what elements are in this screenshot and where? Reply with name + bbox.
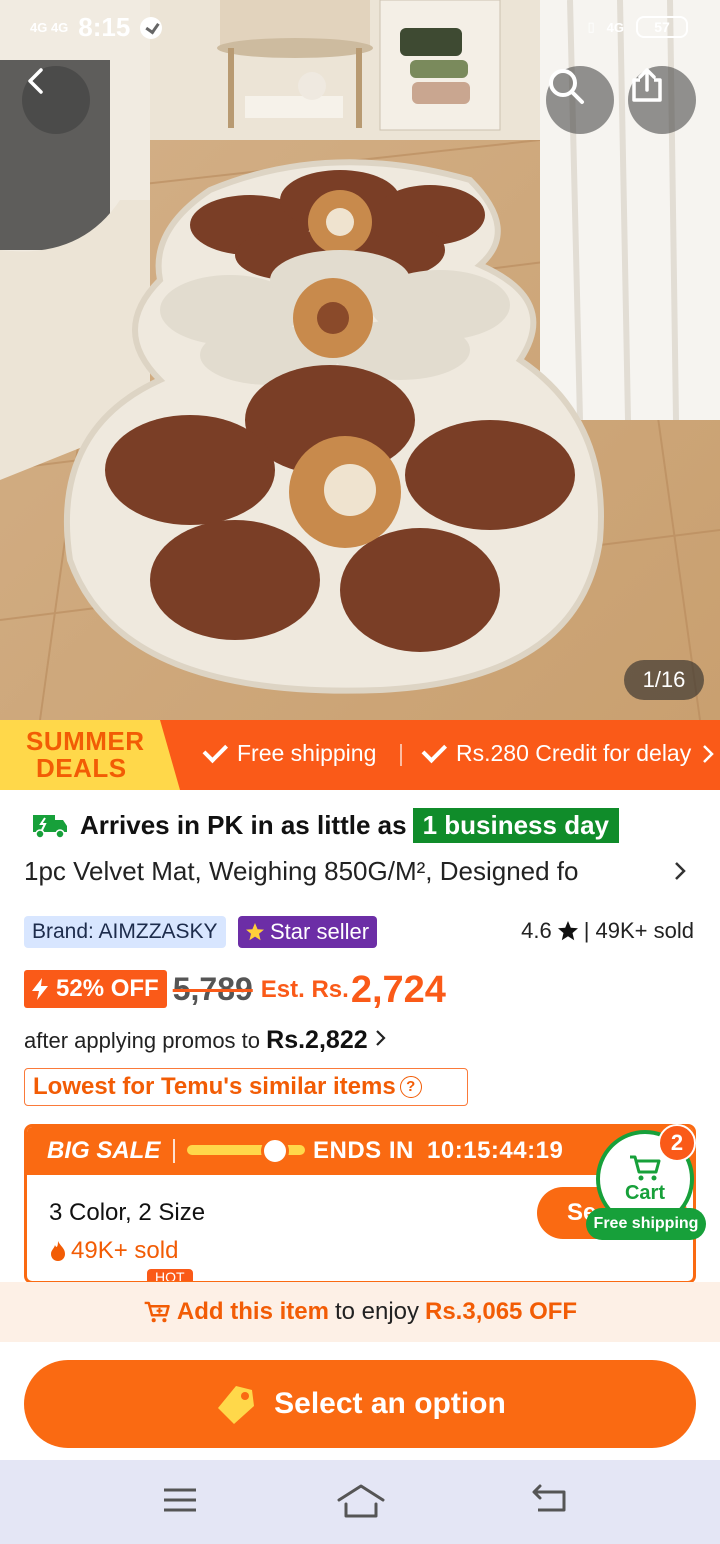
promo-banner[interactable]: SUMMER DEALS Free shipping Rs.280 Credit… [0, 720, 720, 790]
tag-icon [218, 1386, 255, 1424]
lightning-icon [32, 978, 48, 1000]
chevron-right-icon [703, 744, 715, 763]
discount-badge: 52% OFF [24, 970, 167, 1008]
est-label: Est. Rs. [260, 976, 349, 1003]
deal-line1: SUMMER [26, 726, 145, 756]
flame-icon [51, 1241, 65, 1261]
back-button[interactable] [22, 66, 90, 134]
select-option-button[interactable]: Select an option [24, 1360, 696, 1448]
battery-icon: 57 [636, 16, 688, 38]
add-item-savings: Rs.3,065 OFF [425, 1298, 578, 1325]
big-sale-card: BIG SALE ENDS IN 10:15:44:19 3 Color, 2 … [24, 1124, 696, 1284]
cart-icon [630, 1155, 661, 1180]
chevron-right-icon[interactable] [672, 858, 688, 884]
product-title[interactable]: 1pc Velvet Mat, Weighing 850G/M², Design… [24, 856, 664, 887]
vibrate-icon: ▯ [587, 19, 595, 34]
sale-sold-label: 49K+ sold [71, 1237, 179, 1264]
select-option-label: Select an option [274, 1387, 506, 1420]
home-icon[interactable] [336, 1482, 386, 1522]
search-button[interactable] [546, 66, 614, 134]
signal-indicator-right: 4G [606, 19, 624, 35]
chevron-right-icon [375, 1030, 386, 1046]
perk-credit-delay[interactable]: Rs.280 Credit for delay [421, 737, 715, 767]
cart-plus-icon [144, 1301, 170, 1323]
menu-icon[interactable] [162, 1482, 198, 1518]
delivery-highlight: 1 business day [412, 808, 619, 843]
share-icon [632, 68, 662, 102]
check-icon [140, 16, 163, 39]
add-item-middle: to enjoy [334, 1298, 419, 1325]
perk-label: Free shipping [237, 740, 377, 766]
original-price: 5,789 [172, 971, 253, 1007]
question-icon[interactable]: ? [399, 1076, 422, 1098]
current-price: 2,724 [350, 969, 446, 1011]
lowest-label: Lowest for Temu's similar items [33, 1073, 396, 1100]
star-seller-label: Star seller [270, 919, 370, 944]
perk-label: Rs.280 Credit for delay [456, 740, 692, 766]
after-promo-text: after applying promos to [24, 1028, 261, 1053]
ends-label: ENDS IN [313, 1137, 414, 1164]
after-promo[interactable]: after applying promos to Rs.2,822 [24, 1026, 388, 1055]
star-seller-badge[interactable]: Star seller [238, 916, 378, 948]
variant-summary: 3 Color, 2 Size [49, 1199, 206, 1226]
back-nav-icon[interactable] [530, 1482, 570, 1518]
deal-line2: DEALS [36, 753, 127, 783]
divider [400, 744, 402, 766]
brand-badge[interactable]: Brand: AIMZZASKY [24, 916, 226, 948]
delivery-prefix: Arrives in PK in as little as [80, 810, 407, 840]
star-icon [246, 923, 264, 941]
share-button[interactable] [628, 66, 696, 134]
cart-count-badge: 2 [658, 1124, 696, 1162]
status-bar: 4G 4G 8:15 ▯ 4G 57 [0, 0, 720, 56]
system-nav-bar [0, 1460, 720, 1544]
perk-free-shipping: Free shipping [202, 737, 377, 767]
alarm-clock-icon [261, 1137, 289, 1165]
lowest-price-badge[interactable]: Lowest for Temu's similar items ? [24, 1068, 468, 1106]
discount-label: 52% OFF [56, 975, 159, 1002]
status-time: 8:15 [78, 12, 131, 42]
big-sale-header: BIG SALE ENDS IN 10:15:44:19 [27, 1127, 693, 1175]
signal-indicator: 4G 4G [30, 20, 69, 35]
check-icon [202, 737, 229, 763]
big-sale-label: BIG SALE [47, 1137, 161, 1164]
check-icon [421, 737, 448, 763]
product-image[interactable]: 4G 4G 8:15 ▯ 4G 57 1/16 [0, 0, 720, 720]
star-icon [557, 921, 578, 941]
delivery-estimate: Arrives in PK in as little as 1 business… [32, 808, 619, 843]
truck-icon [33, 814, 67, 839]
rating-sold[interactable]: 4.6 | 49K+ sold [521, 918, 694, 944]
summer-deals-text: SUMMER DEALS [26, 728, 145, 782]
countdown-value: 10:15:44:19 [427, 1137, 564, 1164]
add-item-bar[interactable]: Add this item to enjoy Rs.3,065 OFF [0, 1282, 720, 1342]
cart-label: Cart [624, 1181, 665, 1204]
sale-sold: 49K+ sold [49, 1237, 178, 1265]
cart-free-shipping: Free shipping [586, 1208, 706, 1240]
price-row: 52% OFF 5,789 Est. Rs. 2,724 [24, 966, 446, 1012]
divider [173, 1139, 175, 1163]
rating-value: 4.6 [521, 918, 552, 943]
add-item-action: Add this item [176, 1298, 329, 1325]
search-icon [549, 69, 584, 104]
sold-count: | 49K+ sold [583, 918, 694, 943]
image-counter: 1/16 [624, 660, 704, 700]
after-promo-price: Rs.2,822 [266, 1026, 368, 1054]
chevron-left-icon [28, 68, 43, 94]
sale-countdown: ENDS IN 10:15:44:19 [313, 1137, 563, 1165]
